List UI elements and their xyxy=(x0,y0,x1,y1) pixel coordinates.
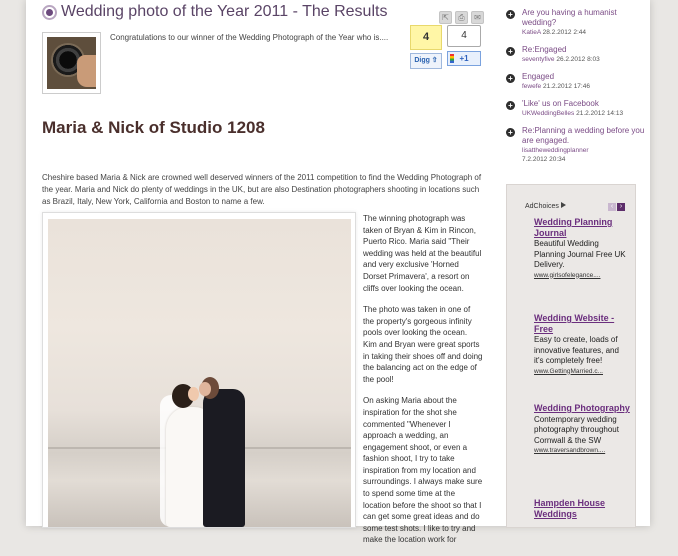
ad-url-link[interactable]: www.traversandbrown.... xyxy=(534,447,630,454)
recent-post-user[interactable]: UKWeddingBelles xyxy=(522,110,574,117)
recent-post-link[interactable]: Are you having a humanist wedding? xyxy=(522,8,648,28)
ad-item: Hampden House Weddings xyxy=(534,498,630,519)
plus-icon[interactable]: + xyxy=(506,101,515,110)
ad-title-link[interactable]: Wedding Website - Free xyxy=(534,313,630,334)
ad-box: AdChoices ‹ › Wedding Planning Journal Be… xyxy=(506,184,636,528)
ad-item: Wedding Planning Journal Beautiful Weddi… xyxy=(534,217,630,279)
share-icon[interactable]: ⇱ xyxy=(439,11,452,24)
post-bullet-icon xyxy=(42,5,57,20)
print-icon[interactable]: ⎙ xyxy=(455,11,468,24)
story-paragraph: On asking Maria about the inspiration fo… xyxy=(363,396,483,545)
hand-graphic xyxy=(77,55,96,87)
post-thumbnail[interactable] xyxy=(42,32,101,94)
ad-item: Wedding Photography Contemporary wedding… xyxy=(534,403,630,454)
plus-icon[interactable]: + xyxy=(506,128,515,137)
recent-post-item: + Are you having a humanist wedding? Kat… xyxy=(506,8,648,37)
recent-post-meta: KatieA 28.2.2012 2:44 xyxy=(522,28,648,37)
recent-post-date: 21.2.2012 17:46 xyxy=(542,83,590,90)
recent-post-item: + Engaged fewefe 21.2.2012 17:46 xyxy=(506,72,648,91)
recent-post-user[interactable]: KatieA xyxy=(522,29,541,36)
ad-description: Beautiful Wedding Planning Journal Free … xyxy=(534,239,626,269)
recent-post-date: 21.2.2012 14:13 xyxy=(576,110,624,117)
ad-url-link[interactable]: www.girlsofelegance.... xyxy=(534,272,630,279)
entry-title: Maria & Nick of Studio 1208 xyxy=(42,118,265,137)
ad-url-link[interactable]: www.GettingMarried.c... xyxy=(534,368,630,375)
plus-icon[interactable]: + xyxy=(506,74,515,83)
recent-post-meta: lisattheweddingplanner 7.2.2012 20:34 xyxy=(522,146,648,164)
ad-title-link[interactable]: Wedding Photography xyxy=(534,403,630,414)
recent-post-meta: UKWeddingBelles 21.2.2012 14:13 xyxy=(522,109,648,118)
post-header: Wedding photo of the Year 2011 - The Res… xyxy=(42,3,482,22)
wedding-photo[interactable] xyxy=(48,219,351,527)
bride-face-graphic xyxy=(188,387,199,401)
ad-description: Contemporary wedding photography through… xyxy=(534,414,619,445)
wedding-photo-frame xyxy=(42,212,356,528)
plusone-button[interactable]: +1 xyxy=(447,51,481,66)
plus-icon[interactable]: + xyxy=(506,10,515,19)
ad-item: Wedding Website - Free Easy to create, l… xyxy=(534,313,630,375)
sidebar: + Are you having a humanist wedding? Kat… xyxy=(496,0,648,528)
recent-post-date: 28.2.2012 2:44 xyxy=(542,29,586,36)
email-icon[interactable]: ✉ xyxy=(471,11,484,24)
recent-post-user[interactable]: fewefe xyxy=(522,83,541,90)
adchoices-icon[interactable] xyxy=(560,202,566,208)
ad-title-link[interactable]: Hampden House Weddings xyxy=(534,498,630,519)
recent-post-link[interactable]: 'Like' us on Facebook xyxy=(522,99,648,109)
digg-count: 4 xyxy=(410,25,442,50)
adchoices-row: AdChoices ‹ › xyxy=(525,195,625,211)
recent-post-user[interactable]: seventyfive xyxy=(522,56,555,63)
groom-face-graphic xyxy=(199,382,211,396)
recent-post-item: + Re:Engaged seventyfive 26.2.2012 8:03 xyxy=(506,45,648,64)
main-content: Wedding photo of the Year 2011 - The Res… xyxy=(30,0,486,544)
recent-post-date: 7.2.2012 20:34 xyxy=(522,156,566,163)
ad-next-button[interactable]: › xyxy=(617,203,625,211)
post-title[interactable]: Wedding photo of the Year 2011 - The Res… xyxy=(61,3,387,21)
recent-post-meta: seventyfive 26.2.2012 8:03 xyxy=(522,55,648,64)
plusone-count: 4 xyxy=(447,25,481,47)
post-excerpt: Congratulations to our winner of the Wed… xyxy=(110,33,389,42)
recent-post-date: 26.2.2012 8:03 xyxy=(556,56,600,63)
groom-graphic xyxy=(203,389,245,527)
recent-post-link[interactable]: Engaged xyxy=(522,72,648,82)
entry-lead-paragraph: Cheshire based Maria & Nick are crowned … xyxy=(42,173,482,206)
recent-post-link[interactable]: Re:Planning a wedding before you are eng… xyxy=(522,126,648,146)
digg-widget: 4 Digg ⇧ xyxy=(410,25,442,69)
plusone-widget: 4 +1 xyxy=(447,25,481,66)
thumbnail-image xyxy=(47,37,96,89)
recent-posts-list: + Are you having a humanist wedding? Kat… xyxy=(506,8,648,172)
recent-post-item: + Re:Planning a wedding before you are e… xyxy=(506,126,648,164)
ad-title-link[interactable]: Wedding Planning Journal xyxy=(534,217,630,238)
recent-post-meta: fewefe 21.2.2012 17:46 xyxy=(522,82,648,91)
entry-story: The winning photograph was taken of Brya… xyxy=(363,213,483,556)
digg-button[interactable]: Digg ⇧ xyxy=(410,53,442,69)
share-icons: ⇱ ⎙ ✉ xyxy=(436,7,484,25)
plus-icon[interactable]: + xyxy=(506,47,515,56)
recent-post-link[interactable]: Re:Engaged xyxy=(522,45,648,55)
recent-post-user[interactable]: lisattheweddingplanner xyxy=(522,147,589,154)
adchoices-label[interactable]: AdChoices xyxy=(525,203,559,210)
ad-description: Easy to create, loads of innovative feat… xyxy=(534,335,619,365)
recent-post-item: + 'Like' us on Facebook UKWeddingBelles … xyxy=(506,99,648,118)
story-paragraph: The winning photograph was taken of Brya… xyxy=(363,214,482,293)
ad-prev-button[interactable]: ‹ xyxy=(608,203,616,211)
ad-nav: ‹ › xyxy=(607,195,625,213)
story-paragraph: The photo was taken in one of the proper… xyxy=(363,305,483,384)
